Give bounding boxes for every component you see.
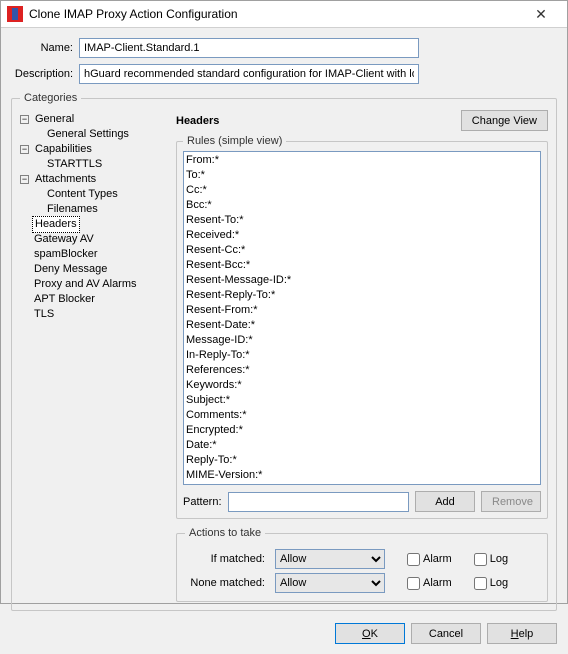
tree-item-spamblocker[interactable]: spamBlocker (32, 247, 100, 262)
right-pane: Headers Change View Rules (simple view) … (176, 110, 548, 602)
rule-item[interactable]: Message-ID:* (186, 333, 538, 348)
tree-item-general[interactable]: General (33, 112, 76, 127)
rule-item[interactable]: References:* (186, 363, 538, 378)
name-label: Name: (11, 42, 73, 54)
if-matched-select[interactable]: Allow (275, 549, 385, 569)
app-icon (7, 6, 23, 22)
pattern-label: Pattern: (183, 496, 222, 508)
close-icon: ✕ (535, 6, 547, 23)
rule-item[interactable]: Resent-Cc:* (186, 243, 538, 258)
none-matched-log-checkbox[interactable] (474, 577, 487, 590)
ok-button[interactable]: OK (335, 623, 405, 644)
rule-item[interactable]: Resent-To:* (186, 213, 538, 228)
if-matched-log-checkbox[interactable] (474, 553, 487, 566)
none-matched-alarm-checkbox[interactable] (407, 577, 420, 590)
rule-item[interactable]: Subject:* (186, 393, 538, 408)
titlebar: Clone IMAP Proxy Action Configuration ✕ (1, 1, 567, 28)
none-matched-select[interactable]: Allow (275, 573, 385, 593)
rule-item[interactable]: Resent-Reply-To:* (186, 288, 538, 303)
ok-label: K (371, 628, 378, 640)
help-button[interactable]: Help (487, 623, 557, 644)
rule-item[interactable]: Resent-Date:* (186, 318, 538, 333)
tree-item-apt-blocker[interactable]: APT Blocker (32, 292, 97, 307)
name-input[interactable] (79, 38, 419, 58)
rule-item[interactable]: From:* (186, 153, 538, 168)
tree-item-attachments[interactable]: Attachments (33, 172, 98, 187)
rule-item[interactable]: Resent-Bcc:* (186, 258, 538, 273)
rules-listbox[interactable]: From:*To:*Cc:*Bcc:*Resent-To:*Received:*… (183, 151, 541, 485)
close-button[interactable]: ✕ (521, 1, 561, 27)
if-matched-label: If matched: (185, 553, 265, 565)
categories-fieldset: Categories −General General Settings −Ca… (11, 92, 557, 611)
rules-fieldset: Rules (simple view) From:*To:*Cc:*Bcc:*R… (176, 135, 548, 519)
rule-item[interactable]: To:* (186, 168, 538, 183)
alarm-label: Alarm (423, 553, 452, 565)
window-title: Clone IMAP Proxy Action Configuration (29, 7, 521, 21)
rule-item[interactable]: Keywords:* (186, 378, 538, 393)
rule-item[interactable]: Comments:* (186, 408, 538, 423)
rule-item[interactable]: Resent-Message-ID:* (186, 273, 538, 288)
rules-legend: Rules (simple view) (183, 135, 286, 147)
expand-icon[interactable]: − (20, 145, 29, 154)
none-matched-label: None matched: (185, 577, 265, 589)
pattern-input[interactable] (228, 492, 409, 512)
log-label: Log (490, 577, 508, 589)
tree-item-deny-message[interactable]: Deny Message (32, 262, 109, 277)
tree-item-tls[interactable]: TLS (32, 307, 56, 322)
rule-item[interactable]: In-Reply-To:* (186, 348, 538, 363)
tree-item-starttls[interactable]: STARTTLS (45, 157, 104, 172)
rule-item[interactable]: Resent-From:* (186, 303, 538, 318)
tree-item-filenames[interactable]: Filenames (45, 202, 100, 217)
description-input[interactable] (79, 64, 419, 84)
name-row: Name: (11, 38, 557, 58)
expand-icon[interactable]: − (20, 175, 29, 184)
tree-item-proxy-av[interactable]: Proxy and AV Alarms (32, 277, 139, 292)
categories-tree[interactable]: −General General Settings −Capabilities … (20, 110, 168, 602)
rule-item[interactable]: Encrypted:* (186, 423, 538, 438)
log-label: Log (490, 553, 508, 565)
description-row: Description: (11, 64, 557, 84)
tree-item-headers[interactable]: Headers (32, 216, 80, 233)
actions-legend: Actions to take (185, 527, 265, 539)
alarm-label: Alarm (423, 577, 452, 589)
tree-item-capabilities[interactable]: Capabilities (33, 142, 94, 157)
tree-item-gateway-av[interactable]: Gateway AV (32, 232, 96, 247)
dialog-window: Clone IMAP Proxy Action Configuration ✕ … (0, 0, 568, 604)
change-view-button[interactable]: Change View (461, 110, 548, 131)
rule-item[interactable]: Reply-To:* (186, 453, 538, 468)
description-label: Description: (11, 68, 73, 80)
rule-item[interactable]: Cc:* (186, 183, 538, 198)
expand-icon[interactable]: − (20, 115, 29, 124)
tree-item-content-types[interactable]: Content Types (45, 187, 120, 202)
rule-item[interactable]: MIME-Version:* (186, 468, 538, 483)
rule-item[interactable]: Received:* (186, 228, 538, 243)
content-area: Name: Description: Categories −General G… (1, 28, 567, 615)
remove-button[interactable]: Remove (481, 491, 541, 512)
if-matched-alarm-checkbox[interactable] (407, 553, 420, 566)
rule-item[interactable]: Date:* (186, 438, 538, 453)
categories-legend: Categories (20, 92, 81, 104)
cancel-button[interactable]: Cancel (411, 623, 481, 644)
panel-title: Headers (176, 115, 461, 127)
add-button[interactable]: Add (415, 491, 475, 512)
tree-item-general-settings[interactable]: General Settings (45, 127, 131, 142)
actions-fieldset: Actions to take If matched: Allow Alarm … (176, 527, 548, 602)
dialog-footer: OK Cancel Help (1, 615, 567, 654)
rule-item[interactable]: Bcc:* (186, 198, 538, 213)
